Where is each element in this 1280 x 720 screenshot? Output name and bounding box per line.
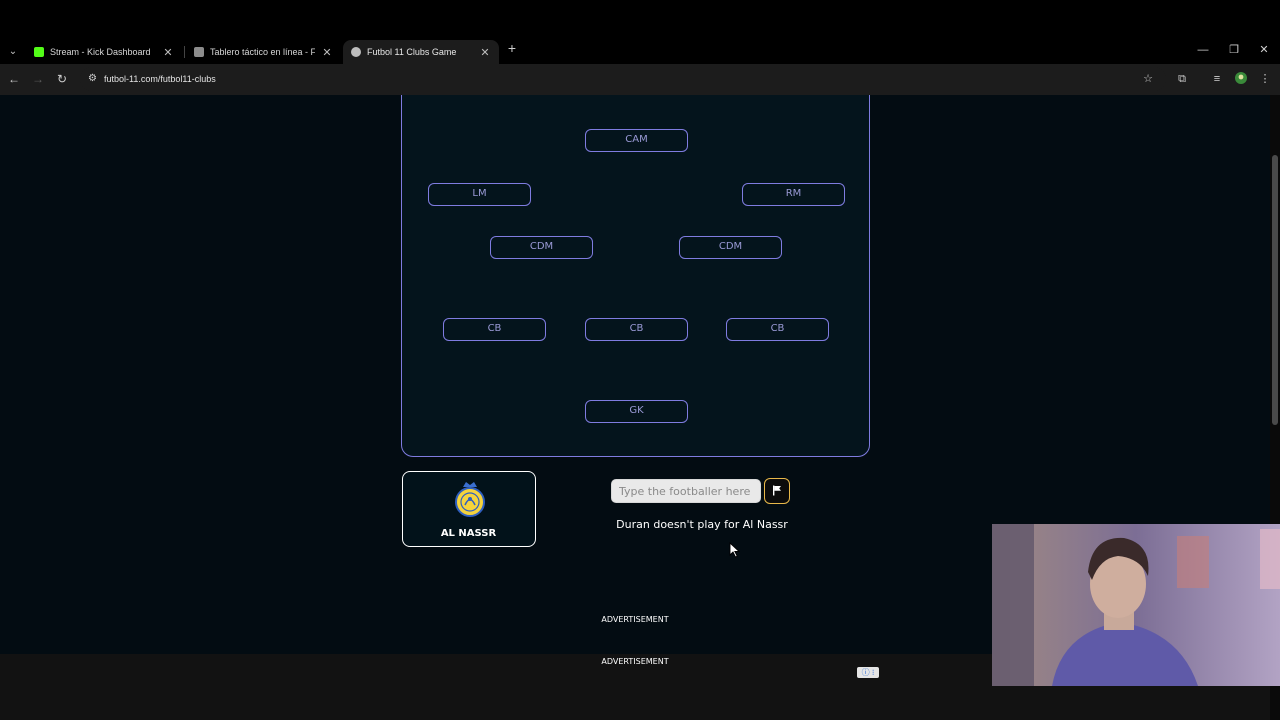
reload-icon[interactable]: ↻ xyxy=(54,71,70,87)
futbol11-favicon-icon xyxy=(351,47,361,57)
give-up-flag-button[interactable] xyxy=(764,478,790,504)
back-arrow-icon[interactable]: ← xyxy=(6,71,22,87)
top-black-strip xyxy=(0,0,1280,38)
extensions-puzzle-icon[interactable]: ⧉ xyxy=(1175,72,1189,86)
tab-search-chevron-icon[interactable]: ⌄ xyxy=(4,43,22,61)
scrollbar-thumb[interactable] xyxy=(1272,155,1278,425)
media-queue-icon[interactable]: ≡ xyxy=(1210,72,1224,86)
position-slot-lm[interactable]: LM xyxy=(428,183,531,206)
tab-futbol11-clubs[interactable]: Futbol 11 Clubs Game ✕ xyxy=(343,40,499,64)
footballer-search-input[interactable] xyxy=(611,479,761,503)
tab-title: Futbol 11 Clubs Game xyxy=(367,47,457,57)
club-name: AL NASSR xyxy=(440,528,497,539)
omnibox[interactable] xyxy=(80,67,1166,91)
al-nassr-crest-icon xyxy=(455,482,485,517)
bookmark-star-icon[interactable]: ☆ xyxy=(1141,72,1155,86)
tablero-favicon-icon xyxy=(194,47,204,57)
new-tab-plus-icon[interactable]: + xyxy=(505,41,519,55)
profile-avatar-icon[interactable] xyxy=(1234,72,1248,86)
position-slot-cam[interactable]: CAM xyxy=(585,129,688,152)
restore-window-icon[interactable]: ❐ xyxy=(1225,42,1243,58)
webcam-overlay xyxy=(992,524,1280,686)
tab-bar: ⌄ Stream - Kick Dashboard ✕ Tablero táct… xyxy=(0,38,1280,64)
close-tab-icon[interactable]: ✕ xyxy=(162,46,174,59)
tab-tablero-tactico[interactable]: Tablero táctico en línea - Fútbol ✕ xyxy=(186,40,341,64)
close-tab-icon[interactable]: ✕ xyxy=(321,46,333,59)
tab-kick-dashboard[interactable]: Stream - Kick Dashboard ✕ xyxy=(26,40,182,64)
advertisement-label: ADVERTISEMENT xyxy=(601,615,669,624)
close-window-icon[interactable]: ✕ xyxy=(1255,42,1273,58)
position-slot-cdm-right[interactable]: CDM xyxy=(679,236,782,259)
position-slot-gk[interactable]: GK xyxy=(585,400,688,423)
advertisement-label: ADVERTISEMENT xyxy=(601,657,669,666)
flag-icon xyxy=(773,485,781,496)
position-slot-cb-center[interactable]: CB xyxy=(585,318,688,341)
address-bar: ← → ↻ ⚙ futbol-11.com/futbol11-clubs ☆ ⧉… xyxy=(0,64,1280,95)
minimize-window-icon[interactable]: — xyxy=(1194,42,1212,58)
kick-favicon-icon xyxy=(34,47,44,57)
site-info-tune-icon[interactable]: ⚙ xyxy=(88,72,100,86)
tab-title: Tablero táctico en línea - Fútbol xyxy=(210,47,315,57)
close-tab-icon[interactable]: ✕ xyxy=(479,46,491,59)
position-slot-rm[interactable]: RM xyxy=(742,183,845,206)
streamer-webcam-image xyxy=(992,524,1280,686)
position-slot-cdm-left[interactable]: CDM xyxy=(490,236,593,259)
mouse-cursor-icon xyxy=(729,542,741,558)
formation-pitch: CAM LM RM CDM CDM CB CB CB GK xyxy=(401,95,870,457)
ad-choices-icon[interactable]: ⓘ ⁝ xyxy=(857,667,879,678)
screen: ⌄ Stream - Kick Dashboard ✕ Tablero táct… xyxy=(0,0,1280,720)
tab-separator xyxy=(184,46,185,58)
browser-menu-kebab-icon[interactable]: ⋮ xyxy=(1258,72,1272,86)
url-text[interactable]: futbol-11.com/futbol11-clubs xyxy=(104,72,216,86)
tab-title: Stream - Kick Dashboard xyxy=(50,47,151,57)
guess-feedback-message: Duran doesn't play for Al Nassr xyxy=(616,518,788,531)
position-slot-cb-left[interactable]: CB xyxy=(443,318,546,341)
club-card: AL NASSR xyxy=(402,471,536,547)
position-slot-cb-right[interactable]: CB xyxy=(726,318,829,341)
forward-arrow-icon[interactable]: → xyxy=(30,71,46,87)
